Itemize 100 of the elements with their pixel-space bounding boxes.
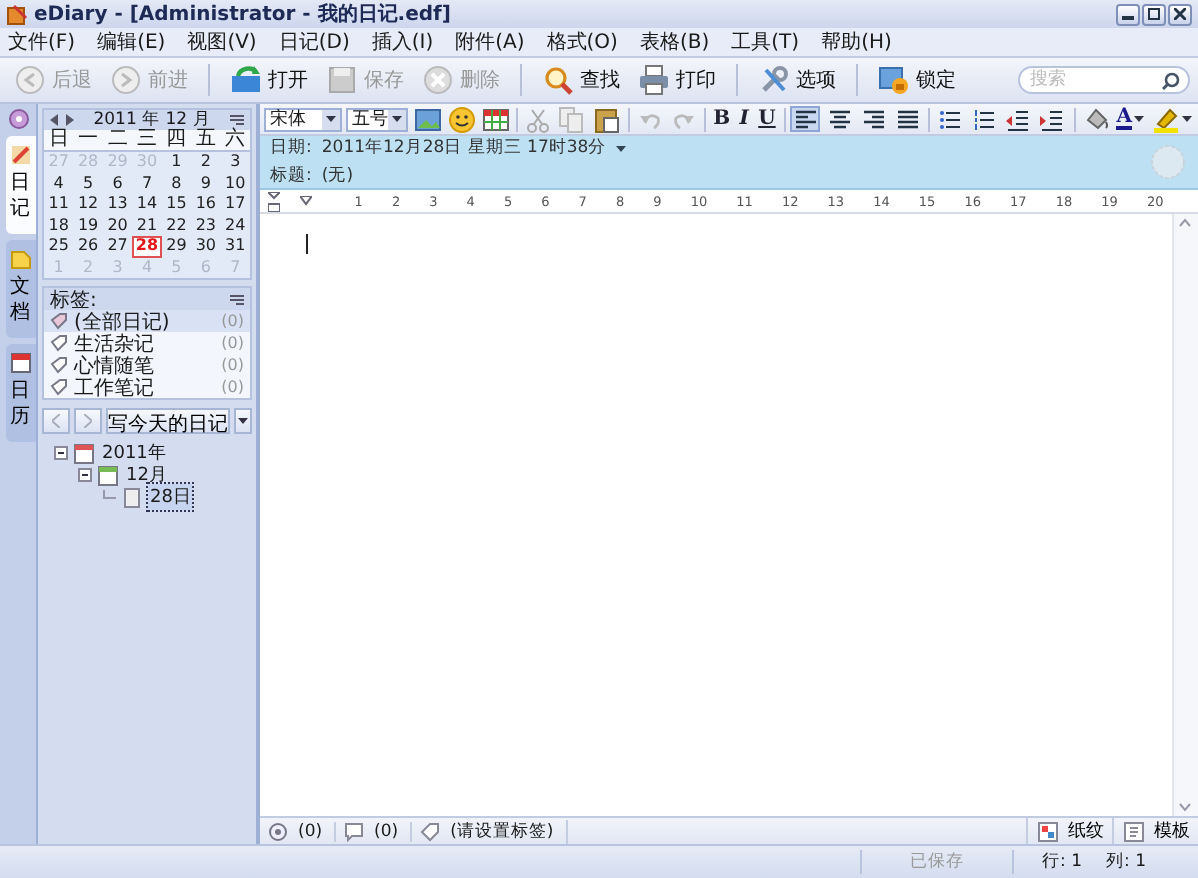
side-tab[interactable]: 日历: [5, 344, 35, 442]
font-size-dropdown[interactable]: 五号: [346, 107, 409, 131]
previous-month-button[interactable]: [50, 114, 58, 126]
calendar-day[interactable]: 4: [44, 173, 74, 194]
calendar-menu-button[interactable]: [230, 114, 244, 126]
find-button[interactable]: 查找: [536, 62, 626, 98]
collapse-icon[interactable]: [78, 468, 92, 482]
clipboard-icon: [592, 105, 621, 133]
menu-item[interactable]: 插入(I): [371, 28, 434, 56]
calendar-day[interactable]: 11: [44, 194, 74, 215]
next-month-button[interactable]: [66, 114, 74, 126]
calendar-day[interactable]: 1: [161, 152, 192, 173]
tree-item[interactable]: 12月: [124, 462, 169, 488]
font-dropdown[interactable]: 宋体: [264, 107, 343, 131]
menu-item[interactable]: 附件(A): [455, 28, 525, 56]
calendar-day[interactable]: 30: [191, 236, 221, 257]
emoji-button[interactable]: [446, 106, 477, 132]
copy-icon: [558, 105, 587, 133]
bullets-button[interactable]: [935, 106, 966, 132]
align-right-button[interactable]: [858, 106, 889, 132]
menu-item[interactable]: 格式(O): [546, 28, 618, 56]
minimize-button[interactable]: [1116, 3, 1140, 25]
image-button[interactable]: [412, 106, 443, 132]
table-button[interactable]: [480, 106, 511, 132]
collapse-icon[interactable]: [54, 446, 68, 460]
close-icon: [1174, 8, 1186, 20]
menu-item[interactable]: 文件(F): [8, 28, 76, 56]
calendar-day[interactable]: 9: [191, 173, 221, 194]
calendar-day[interactable]: 23: [191, 215, 221, 236]
calendar-day[interactable]: 25: [44, 236, 74, 257]
align-center-icon: [825, 105, 854, 133]
search-field[interactable]: 搜索: [1018, 66, 1190, 94]
outdent-icon: [1004, 105, 1033, 133]
align-center-button[interactable]: [824, 106, 855, 132]
calendar-day[interactable]: 12: [73, 194, 103, 215]
calendar-day[interactable]: 3: [220, 152, 250, 173]
tag-item[interactable]: 工作笔记 (0): [44, 376, 250, 398]
menu-item[interactable]: 视图(V): [187, 28, 257, 56]
lock-icon: [878, 64, 910, 96]
calendar-day[interactable]: 10: [220, 173, 250, 194]
calendar-day[interactable]: 5: [73, 173, 103, 194]
calendar-day[interactable]: 6: [102, 173, 133, 194]
indent-button[interactable]: [1037, 106, 1068, 132]
tag-item[interactable]: 生活杂记 (0): [44, 332, 250, 354]
calendar-day[interactable]: 8: [161, 173, 192, 194]
date-dropdown-button[interactable]: [616, 145, 627, 151]
calendar-day[interactable]: 28: [132, 236, 162, 257]
tag-item[interactable]: 心情随笔 (0): [44, 354, 250, 376]
calendar-day[interactable]: 22: [161, 215, 192, 236]
calendar-day[interactable]: 17: [220, 194, 250, 215]
calendar-day[interactable]: 26: [73, 236, 103, 257]
print-button[interactable]: 打印: [632, 62, 722, 98]
menu-item[interactable]: 日记(D): [278, 28, 350, 56]
calendar-day[interactable]: 20: [102, 215, 133, 236]
lock-button[interactable]: 锁定: [872, 62, 962, 98]
diary-book-icon: [6, 3, 28, 25]
calendar-day[interactable]: 16: [191, 194, 221, 215]
write-today-button[interactable]: 写今天的日记: [106, 408, 231, 434]
open-button[interactable]: 打开: [224, 62, 314, 98]
calendar-day[interactable]: 2: [191, 152, 221, 173]
title-value[interactable]: (无): [321, 164, 354, 188]
underline-button[interactable]: U: [756, 106, 778, 132]
calendar-day[interactable]: 18: [44, 215, 74, 236]
outdent-button[interactable]: [1003, 106, 1034, 132]
tag-item[interactable]: (全部日记) (0): [44, 310, 250, 332]
tree-line-icon: [102, 490, 116, 504]
calendar-day[interactable]: 29: [161, 236, 192, 257]
calendar-day[interactable]: 7: [132, 173, 162, 194]
tag-label: 生活杂记: [74, 330, 155, 355]
justify-button[interactable]: [892, 106, 923, 132]
calendar-day[interactable]: 24: [220, 215, 250, 236]
menu-item[interactable]: 表格(B): [639, 28, 710, 56]
calendar-day[interactable]: 13: [102, 194, 133, 215]
align-left-button[interactable]: [790, 106, 821, 132]
menu-item[interactable]: 编辑(E): [97, 28, 166, 56]
font-color-button[interactable]: A: [1114, 106, 1147, 132]
calendar-day[interactable]: 27: [102, 236, 133, 257]
bold-button[interactable]: B: [711, 106, 733, 132]
dropdown-button[interactable]: [234, 408, 252, 434]
calendar-day[interactable]: 19: [73, 215, 103, 236]
tag-prompt: (请设置标签): [450, 819, 554, 843]
tree-item[interactable]: 2011年: [100, 440, 168, 466]
italic-button[interactable]: I: [736, 106, 753, 132]
options-button[interactable]: 选项: [752, 62, 842, 98]
maximize-button[interactable]: [1142, 3, 1166, 25]
menu-item[interactable]: 工具(T): [731, 28, 800, 56]
paste-button[interactable]: [591, 106, 622, 132]
close-button[interactable]: [1168, 3, 1192, 25]
tree-item[interactable]: 28日: [148, 484, 193, 510]
calendar-day[interactable]: 15: [161, 194, 192, 215]
calendar-day[interactable]: 14: [132, 194, 162, 215]
numbering-button[interactable]: [969, 106, 1000, 132]
weekday-label: 五: [193, 130, 218, 150]
calendar-day[interactable]: 31: [220, 236, 250, 257]
palette-icon: [1038, 821, 1058, 841]
highlight-button[interactable]: [1150, 106, 1195, 132]
menu-item[interactable]: 帮助(H): [821, 28, 892, 56]
side-tab[interactable]: 文档: [5, 240, 35, 338]
side-tab[interactable]: 日记: [5, 136, 35, 234]
calendar-day[interactable]: 21: [132, 215, 162, 236]
